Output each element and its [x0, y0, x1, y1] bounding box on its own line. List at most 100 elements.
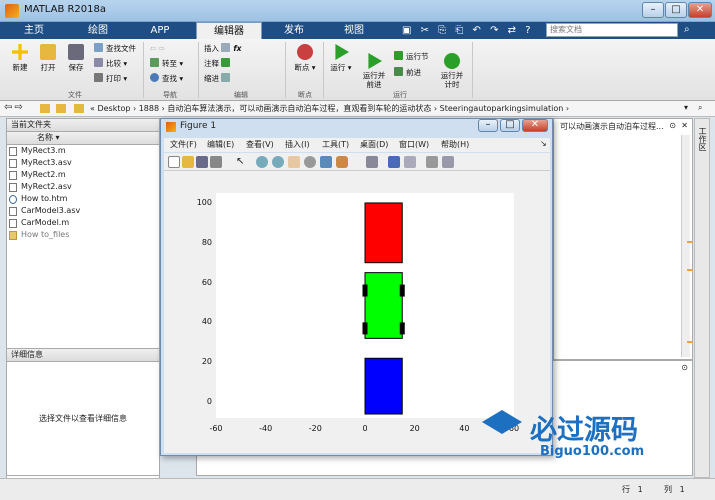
- run-time-button[interactable]: 运行并 计时: [436, 44, 468, 89]
- list-item[interactable]: MyRect2.asv: [7, 181, 159, 193]
- insert-button[interactable]: 插入 fx: [204, 43, 242, 55]
- figure-close-button[interactable]: ✕: [522, 119, 548, 132]
- workspace-side-panel[interactable]: 工作区: [694, 118, 710, 478]
- list-item[interactable]: MyRect3.m: [7, 145, 159, 157]
- warning-marker[interactable]: [687, 241, 693, 243]
- list-item[interactable]: MyRect3.asv: [7, 157, 159, 169]
- goto-label: 转至: [162, 59, 177, 68]
- brush-icon[interactable]: [336, 156, 348, 168]
- pointer-icon[interactable]: ↖: [236, 156, 248, 168]
- x-tick-label: 20: [409, 424, 420, 433]
- advance-icon: [394, 67, 403, 76]
- run-label: 运行: [330, 63, 346, 72]
- search-input[interactable]: 搜索文档: [546, 23, 678, 37]
- warning-marker[interactable]: [687, 269, 693, 271]
- run-button[interactable]: 运行 ▾: [328, 44, 354, 73]
- x-tick-label: -20: [308, 424, 322, 433]
- rotate-icon[interactable]: [304, 156, 316, 168]
- col-label: 列: [664, 485, 672, 494]
- save-button[interactable]: 保存: [64, 44, 88, 73]
- path-dropdown-icon[interactable]: ▾: [684, 103, 688, 112]
- tab-plots[interactable]: 绘图: [70, 22, 126, 39]
- menu-view[interactable]: 查看(V): [246, 139, 274, 150]
- new-button[interactable]: 新建: [8, 44, 32, 73]
- panel-close-icon[interactable]: ✕: [681, 121, 688, 130]
- row-label: 行: [622, 485, 630, 494]
- minimize-button[interactable]: –: [642, 2, 664, 18]
- figure-maximize-button[interactable]: □: [500, 119, 520, 132]
- run-advance-button[interactable]: 运行并 前进: [358, 44, 390, 89]
- hide-tools-icon[interactable]: [426, 156, 438, 168]
- compare-icon: [94, 58, 103, 67]
- separator: [323, 42, 324, 98]
- warning-marker[interactable]: [687, 341, 693, 343]
- nav-back-forward-icons[interactable]: ⇦⇨: [4, 102, 25, 113]
- file-group-label: 文件: [68, 91, 82, 99]
- maximize-button[interactable]: □: [665, 2, 687, 18]
- show-tools-icon[interactable]: [442, 156, 454, 168]
- zoom-in-icon[interactable]: [256, 156, 268, 168]
- find-button[interactable]: 查找 ▾: [150, 73, 183, 85]
- name-column-header[interactable]: 名称 ▾: [7, 132, 159, 145]
- link-plot-icon[interactable]: [366, 156, 378, 168]
- list-item[interactable]: How to.htm: [7, 193, 159, 205]
- advance-button[interactable]: 前进: [394, 67, 421, 79]
- tab-apps[interactable]: APP: [130, 22, 190, 39]
- open-file-icon[interactable]: [182, 156, 194, 168]
- pan-hand-icon[interactable]: [288, 156, 300, 168]
- list-item[interactable]: How to_files: [7, 229, 159, 241]
- new-figure-icon[interactable]: [168, 156, 180, 168]
- save-figure-icon[interactable]: [196, 156, 208, 168]
- tab-view[interactable]: 视图: [326, 22, 382, 39]
- figure-minimize-button[interactable]: –: [478, 119, 498, 132]
- open-button[interactable]: 打开: [36, 44, 60, 73]
- advance-label: 前进: [406, 68, 421, 77]
- path-search-icon[interactable]: ⌕: [698, 103, 702, 113]
- breakpoints-button[interactable]: 断点 ▾: [292, 44, 318, 73]
- list-item[interactable]: CarModel3.asv: [7, 205, 159, 217]
- menu-dock-icon[interactable]: ↘: [540, 139, 547, 148]
- menu-help[interactable]: 帮助(H): [441, 139, 469, 150]
- menu-insert[interactable]: 插入(I): [285, 139, 310, 150]
- menu-edit[interactable]: 编辑(E): [207, 139, 234, 150]
- menu-window[interactable]: 窗口(W): [399, 139, 429, 150]
- m-file-icon: [9, 171, 17, 180]
- run-section-button[interactable]: 运行节: [394, 51, 429, 63]
- folder-up-icon[interactable]: [40, 104, 50, 113]
- data-cursor-icon[interactable]: [320, 156, 332, 168]
- menu-tools[interactable]: 工具(T): [322, 139, 349, 150]
- goto-button[interactable]: 转至 ▾: [150, 58, 183, 70]
- workspace-tab[interactable]: 工作区: [697, 127, 708, 151]
- panel-collapse-icon[interactable]: ⊙: [669, 121, 676, 130]
- indent-button[interactable]: 缩进: [204, 73, 233, 85]
- comment-button[interactable]: 注释: [204, 58, 233, 70]
- print-button[interactable]: 打印 ▾: [94, 73, 127, 85]
- find-files-button[interactable]: 查找文件: [94, 43, 136, 55]
- compare-button[interactable]: 比较 ▾: [94, 58, 127, 70]
- tab-editor[interactable]: 编辑器: [196, 22, 262, 39]
- tab-publish[interactable]: 发布: [266, 22, 322, 39]
- list-item[interactable]: CarModel.m: [7, 217, 159, 229]
- watermark-text: 必过源码: [530, 415, 638, 446]
- tab-home[interactable]: 主页: [8, 22, 60, 39]
- y-tick-label: 60: [201, 277, 212, 287]
- zoom-out-icon[interactable]: [272, 156, 284, 168]
- colorbar-icon[interactable]: [388, 156, 400, 168]
- legend-icon[interactable]: [404, 156, 416, 168]
- menu-desktop[interactable]: 桌面(D): [360, 139, 388, 150]
- editor-scrollbar[interactable]: [681, 135, 690, 357]
- file-name: How to.htm: [21, 194, 68, 203]
- new-label: 新建: [12, 63, 28, 72]
- cmd-menu-icon[interactable]: ⊙: [681, 363, 688, 372]
- close-button[interactable]: ✕: [688, 2, 712, 18]
- print-figure-icon[interactable]: [210, 156, 222, 168]
- save-label: 保存: [68, 63, 84, 72]
- col-indicator: 列 1: [664, 484, 685, 495]
- search-icon[interactable]: ⌕: [684, 24, 690, 35]
- list-item[interactable]: MyRect2.m: [7, 169, 159, 181]
- menu-file[interactable]: 文件(F): [170, 139, 197, 150]
- nav-arrows[interactable]: ⇦ ⇨: [150, 43, 165, 55]
- quick-access-icons[interactable]: ▣ ✂ ⎘ ⎗ ↶ ↷ ⇄ ?: [402, 25, 534, 36]
- browse-folder-icon[interactable]: [56, 104, 66, 113]
- current-path[interactable]: « Desktop › 1888 › 自动泊车算法演示，可以动画演示自动泊车过程…: [90, 103, 569, 114]
